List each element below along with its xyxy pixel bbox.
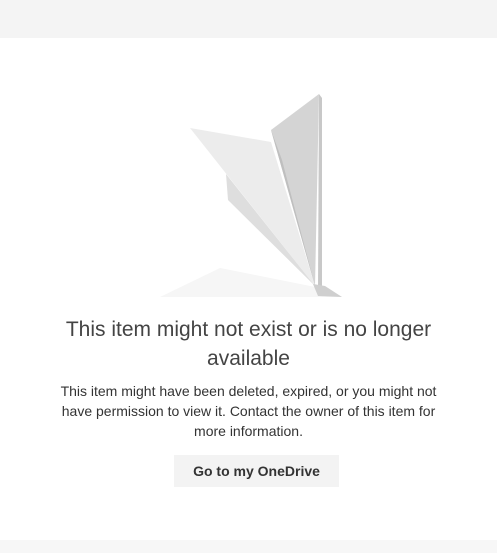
bottom-bar xyxy=(0,540,497,553)
paper-plane-icon xyxy=(150,90,360,300)
error-message: This item might have been deleted, expir… xyxy=(60,383,437,439)
top-bar xyxy=(0,0,497,38)
error-title: This item might not exist or is no longe… xyxy=(65,318,432,370)
go-to-onedrive-button[interactable]: Go to my OneDrive xyxy=(174,455,339,487)
